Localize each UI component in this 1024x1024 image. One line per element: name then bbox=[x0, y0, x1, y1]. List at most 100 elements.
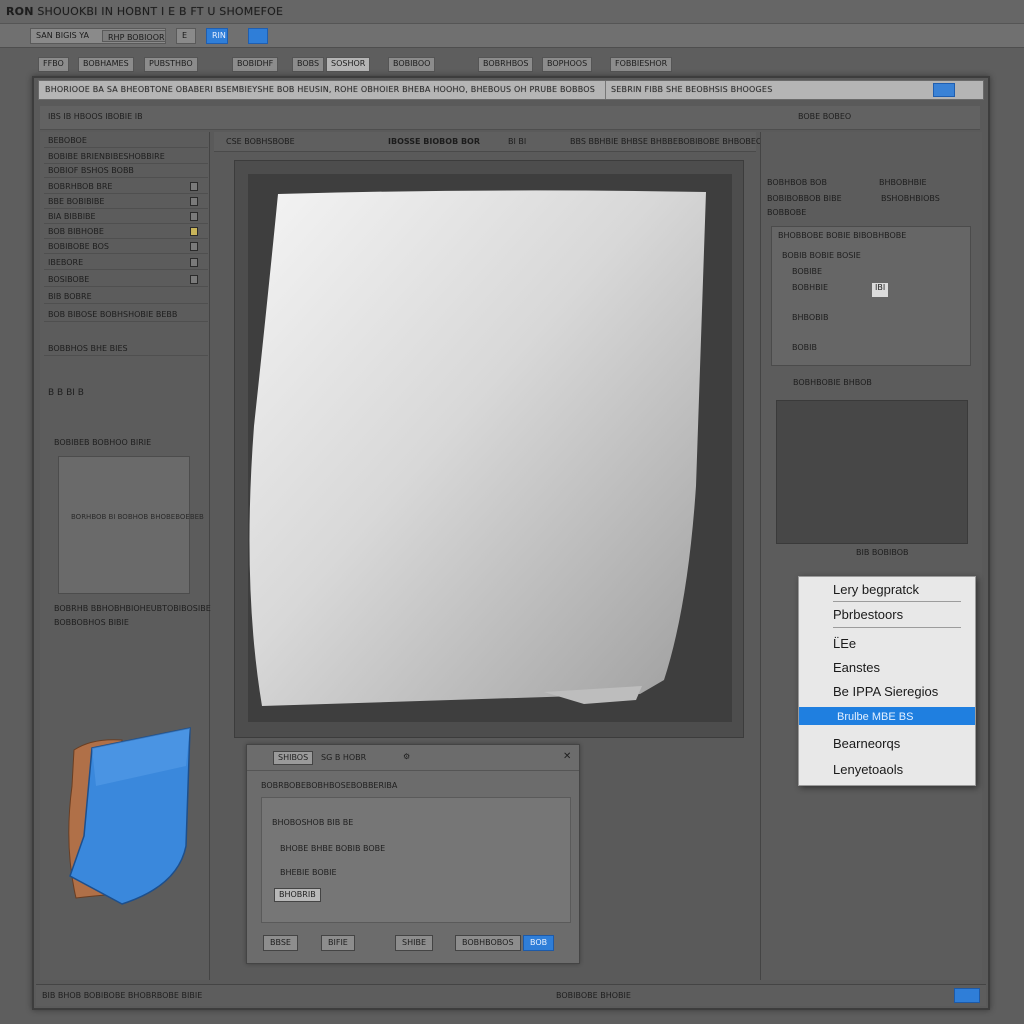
title-bar: RON SHOUOKBI IN HOBNT I E B FT U SHOMEFO… bbox=[0, 0, 1024, 24]
dialog-button-2[interactable]: BIFIE bbox=[321, 935, 355, 951]
option-button-3[interactable]: PUBSTHBO bbox=[144, 57, 198, 72]
dialog-subtitle: BOBRBOBEBOBHBOSEBOBBERIBA bbox=[261, 781, 398, 790]
menu-item-selected[interactable]: Brulbe MBE BS bbox=[799, 707, 975, 725]
right-section-row[interactable]: BOBIB BOBIE BOSIE bbox=[782, 251, 861, 265]
tab-document-2[interactable]: RHP BOBIOORE SHI bbox=[102, 30, 166, 42]
right-section-row[interactable]: BHBOBIB bbox=[792, 313, 828, 327]
right-row-value[interactable]: BSHOBHBIOBS bbox=[881, 194, 940, 208]
right-preview-pane[interactable] bbox=[776, 400, 968, 544]
menu-divider bbox=[833, 601, 961, 602]
left-row[interactable]: BOBIOF BSHOS BOBB bbox=[44, 164, 208, 178]
tab-icon-1[interactable]: E bbox=[176, 28, 196, 44]
right-section-row[interactable]: BOBIB bbox=[792, 343, 817, 357]
right-section-row[interactable]: BOBHBIE bbox=[792, 283, 828, 297]
tool-row: IBS IB HBOOS IBOBIE IB BOBE BOBEO bbox=[40, 106, 980, 130]
option-button-9[interactable]: BOPHOOS bbox=[542, 57, 593, 72]
left-row[interactable]: BOB BIBOSE BOBHSHOBIE BEBB bbox=[44, 308, 208, 322]
canvas-header: CSE BOBHSBOBE IBOSSE BIOBOB BOR BI BI BB… bbox=[214, 132, 767, 152]
context-menu: Lery begpratck Pbrbestoors L̈Ee Eanstes … bbox=[798, 576, 976, 786]
left-row[interactable]: BIA BIBBIBE bbox=[44, 210, 208, 224]
status-bar: BIB BHOB BOBIBOBE BHOBRBOBE BIBIE BOBIBO… bbox=[36, 984, 986, 1006]
bottom-dialog: SHIBOS SG B HOBR ⚙ ✕ BOBRBOBEBOBHBOSEBOB… bbox=[246, 744, 580, 964]
left-note-2: BOBBOBHOS BIBIE bbox=[54, 618, 129, 627]
dialog-header-button[interactable]: SHIBOS bbox=[273, 751, 314, 765]
path-text-secondary: SEBRIN FIBB SHE BEOBHSIS BHOOGES bbox=[611, 85, 773, 94]
lock-icon[interactable] bbox=[190, 227, 198, 236]
right-row-value[interactable]: BHBOBHBIE bbox=[879, 178, 927, 192]
paper-sheet-image[interactable] bbox=[244, 186, 714, 716]
right-row-label: BOBBOBE bbox=[767, 208, 807, 217]
dialog-button-1[interactable]: BBSE bbox=[263, 935, 298, 951]
visibility-icon[interactable] bbox=[190, 258, 198, 267]
dialog-close-icon[interactable]: ✕ bbox=[563, 751, 571, 762]
option-button-1[interactable]: FFBO bbox=[38, 57, 69, 72]
dialog-line-3: BHEBIE BOBIE bbox=[280, 868, 337, 877]
visibility-icon[interactable] bbox=[190, 197, 198, 206]
canvas-header-left[interactable]: CSE BOBHSBOBE bbox=[226, 137, 295, 146]
dialog-line-1: BHOBOSHOB BIB BE bbox=[272, 818, 354, 827]
left-row[interactable]: BOB BIBHOBE bbox=[44, 225, 208, 239]
visibility-icon[interactable] bbox=[190, 275, 198, 284]
left-row[interactable]: BIB BOBRE bbox=[44, 290, 208, 304]
dialog-button-4[interactable]: BOBHBOBOS bbox=[455, 935, 521, 951]
status-text-left: BIB BHOB BOBIBOBE BHOBRBOBE BIBIE bbox=[42, 991, 203, 1000]
dialog-settings-icon[interactable]: ⚙ bbox=[403, 752, 410, 761]
right-section-badge[interactable]: IBI bbox=[872, 283, 889, 297]
tool-row-right[interactable]: BOBE BOBEO bbox=[798, 112, 851, 121]
option-button-8[interactable]: BOBRHBOS bbox=[478, 57, 534, 72]
left-row[interactable]: BEBOBOE bbox=[44, 134, 208, 148]
left-sub-label: BOBIBEB BOBHOO BIRIE bbox=[54, 438, 152, 447]
menu-item[interactable]: L̈Ee bbox=[799, 633, 975, 655]
tab-icon-2[interactable] bbox=[248, 28, 268, 44]
left-row[interactable]: BOBIBE BRIENBIBESHOBBIRE bbox=[44, 150, 208, 164]
option-button-10[interactable]: FOBBIESHOR bbox=[610, 57, 673, 72]
dialog-line-2: BHOBE BHBE BOBIB BOBE bbox=[280, 844, 386, 853]
dialog-ok-button[interactable]: BOB bbox=[523, 935, 555, 951]
dialog-content: BHOBOSHOB BIB BE BHOBE BHBE BOBIB BOBE B… bbox=[261, 797, 571, 923]
canvas-header-item[interactable]: BBS BBHBIE BHBSE BHBBE bbox=[570, 137, 678, 146]
tab-active[interactable]: RIN bbox=[206, 28, 228, 44]
visibility-icon[interactable] bbox=[190, 242, 198, 251]
menu-item[interactable]: Bearneorqs bbox=[799, 733, 975, 755]
right-preview-caption: BIB BOBIBOB bbox=[856, 548, 909, 557]
status-button[interactable] bbox=[954, 988, 980, 1003]
right-section-row[interactable]: BOBIBE bbox=[792, 267, 822, 281]
canvas-header-item[interactable]: BOBIBOBE BHBOBEOS bbox=[678, 137, 767, 146]
visibility-icon[interactable] bbox=[190, 182, 198, 191]
path-text: BHORIOOE BA SA BHEOBTONE OBABERI BSEMBIE… bbox=[45, 85, 596, 94]
canvas-header-item[interactable]: BI BI bbox=[508, 137, 526, 146]
document-icon bbox=[68, 727, 191, 905]
left-note-1: BOBRHB BBHOBHBIOHEUBTOBIBOSIBE bbox=[54, 604, 211, 613]
canvas-header-title: IBOSSE BIOBOB BOR bbox=[388, 137, 481, 146]
menu-item[interactable]: Pbrbestoors bbox=[799, 604, 975, 626]
path-go-button[interactable] bbox=[933, 83, 955, 97]
tool-row-items[interactable]: IBS IB HBOOS IBOBIE IB bbox=[48, 112, 143, 121]
left-tool-icons[interactable]: B B BI B bbox=[48, 388, 84, 398]
option-button-5[interactable]: BOBS bbox=[292, 57, 325, 72]
dialog-field-button[interactable]: BHOBRIB bbox=[274, 888, 321, 902]
option-button-4[interactable]: BOBIDHF bbox=[232, 57, 279, 72]
menu-item[interactable]: Be IPPA Sieregios bbox=[799, 681, 975, 703]
options-bar: FFBO BOBHAMES PUBSTHBO BOBIDHF BOBS SOSH… bbox=[30, 54, 990, 76]
right-section-box: BHOBBOBE BOBIE BIBOBHBOBE BOBIB BOBIE BO… bbox=[771, 226, 971, 366]
left-row[interactable]: BOBBHOS BHE BIES bbox=[44, 342, 208, 356]
menu-item[interactable]: Lenyetoaols bbox=[799, 759, 975, 781]
right-row-label: BOBHBOB BOB bbox=[767, 178, 827, 187]
path-separator bbox=[605, 81, 606, 99]
dialog-header-text: SG B HOBR bbox=[321, 753, 367, 762]
left-preview-thumbnail[interactable]: BORHBOB BI BOBHOB BHOBEBOEBEB bbox=[58, 456, 204, 594]
left-row[interactable]: IBEBORE bbox=[44, 256, 208, 270]
left-row[interactable]: BOBIBOBE BOS bbox=[44, 240, 208, 254]
dialog-button-3[interactable]: SHIBE bbox=[395, 935, 433, 951]
tab-bar: SAN BIGIS YA RHP BOBIOORE SHI E RIN bbox=[0, 24, 1024, 48]
option-button-7[interactable]: BOBIBOO bbox=[388, 57, 436, 72]
option-button-2[interactable]: BOBHAMES bbox=[78, 57, 134, 72]
menu-item[interactable]: Lery begpratck bbox=[799, 579, 975, 601]
visibility-icon[interactable] bbox=[190, 212, 198, 221]
menu-item[interactable]: Eanstes bbox=[799, 657, 975, 679]
left-row[interactable]: BOSIBOBE bbox=[44, 273, 208, 287]
path-bar: BHORIOOE BA SA BHEOBTONE OBABERI BSEMBIE… bbox=[38, 80, 984, 100]
left-row[interactable]: BBE BOBIBIBE bbox=[44, 195, 208, 209]
option-button-6[interactable]: SOSHOR bbox=[326, 57, 371, 72]
left-row[interactable]: BOBRHBOB BRE bbox=[44, 180, 208, 194]
